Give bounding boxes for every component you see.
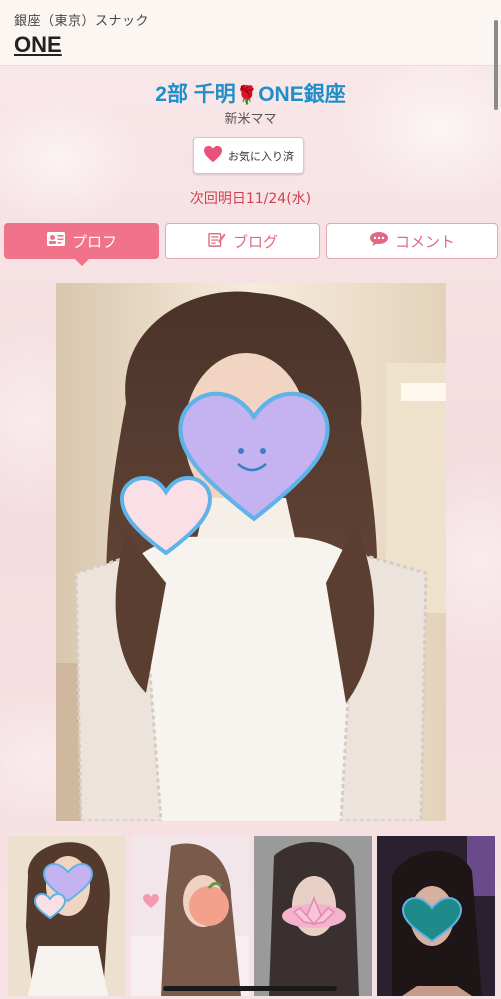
tab-profile[interactable]: プロフ: [4, 223, 159, 266]
photo-thumbnails: [8, 836, 495, 996]
tab-blog[interactable]: ブログ: [165, 223, 320, 259]
favorite-label: お気に入り済: [228, 149, 294, 163]
profile-card-icon: [46, 231, 66, 251]
tab-profile-label: プロフ: [71, 232, 117, 251]
main-profile-photo[interactable]: [56, 283, 446, 821]
cast-name-suffix: ONE銀座: [258, 83, 346, 106]
thumb-4[interactable]: [377, 836, 495, 996]
thumb-2[interactable]: [131, 836, 249, 996]
profile-content: 2部 千明🌹ONE銀座 新米ママ お気に入り済 次回明日11/24(水) プロフ…: [0, 66, 501, 999]
shop-header: 銀座（東京）スナック ONE: [0, 0, 501, 66]
favorite-button[interactable]: お気に入り済: [193, 137, 304, 174]
thumb-3[interactable]: [254, 836, 372, 996]
cast-role: 新米ママ: [224, 112, 277, 127]
rose-icon: 🌹: [235, 85, 259, 105]
scrollbar[interactable]: [494, 20, 498, 110]
home-indicator: [163, 986, 337, 991]
tab-comment[interactable]: コメント: [326, 223, 498, 259]
blog-edit-icon: [207, 231, 227, 251]
shop-category: 銀座（東京）スナック: [14, 14, 150, 29]
thumb-1[interactable]: [8, 836, 126, 996]
shop-title-link[interactable]: ONE: [14, 32, 62, 58]
cast-name-prefix: 2部 千明: [155, 83, 236, 106]
cast-name: 2部 千明🌹ONE銀座: [0, 78, 501, 108]
comment-bubble-icon: [369, 231, 389, 251]
next-visit-date: 次回明日11/24(水): [189, 191, 312, 207]
profile-tabs: プロフ ブログ コメント: [4, 223, 498, 266]
tab-blog-label: ブログ: [232, 232, 278, 251]
tab-comment-label: コメント: [394, 232, 455, 251]
heart-icon: [203, 145, 223, 166]
